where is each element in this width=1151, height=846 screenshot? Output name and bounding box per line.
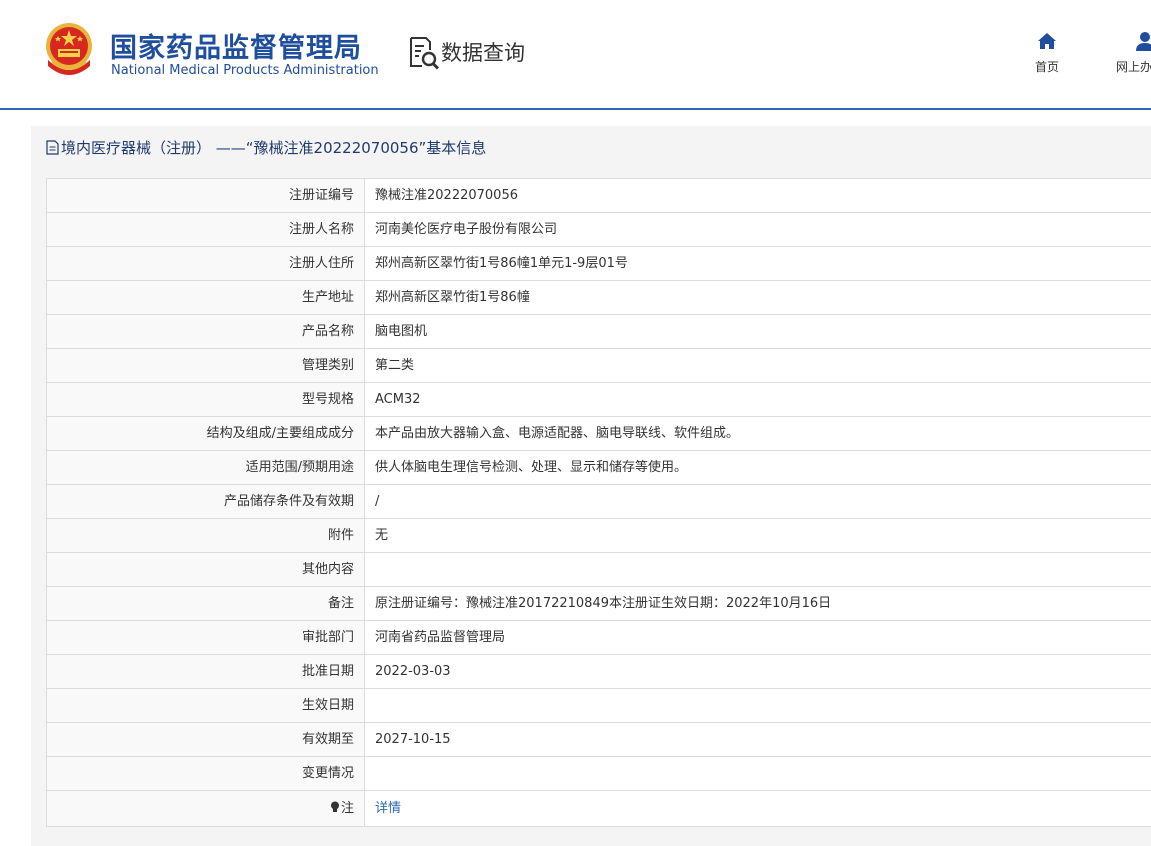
org-name-cn: 国家药品监督管理局 [110, 33, 362, 64]
row-value: 豫械注准20222070056 [375, 188, 518, 203]
nav-online-service-label: 网上办事 [1115, 60, 1151, 74]
row-value: ACM32 [375, 392, 421, 407]
data-query-icon [410, 37, 440, 70]
note-label-text: 注 [340, 801, 354, 816]
row-label: 附件 [47, 519, 365, 552]
row-label: 审批部门 [47, 621, 365, 654]
table-row: 产品储存条件及有效期 / [47, 485, 1151, 519]
table-row: 注册证编号 豫械注准20222070056 [47, 179, 1151, 213]
table-row: 有效期至 2027-10-15 [47, 723, 1151, 757]
user-icon [1136, 32, 1151, 51]
table-row: 变更情况 [47, 757, 1151, 791]
table-row: 产品名称 脑电图机 [47, 315, 1151, 349]
nav-online-service[interactable]: 网上办事 [1100, 30, 1151, 75]
table-row: 生效日期 [47, 689, 1151, 723]
lightbulb-icon [330, 801, 339, 812]
row-value: 郑州高新区翠竹街1号86幢 [375, 290, 530, 305]
section-title: 数据查询 [441, 41, 525, 65]
note-row: 注 详情 [47, 791, 1151, 827]
document-icon [46, 139, 59, 155]
row-value: 河南省药品监督管理局 [375, 630, 506, 645]
row-label: 适用范围/预期用途 [47, 451, 365, 484]
row-label: 产品储存条件及有效期 [47, 485, 365, 518]
row-label: 生产地址 [47, 281, 365, 314]
row-label: 管理类别 [47, 349, 365, 382]
row-label: 产品名称 [47, 315, 365, 348]
nav-home[interactable]: 首页 [1024, 30, 1070, 75]
row-label: 其他内容 [47, 553, 365, 586]
row-value [365, 689, 1151, 722]
row-label: 型号规格 [47, 383, 365, 416]
row-label: 注册人名称 [47, 213, 365, 246]
row-label: 注册证编号 [47, 179, 365, 212]
row-label: 备注 [47, 587, 365, 620]
row-value: 河南美伦医疗电子股份有限公司 [375, 222, 558, 237]
table-row: 附件无 [47, 519, 1151, 553]
table-row: 批准日期 2022-03-03 [47, 655, 1151, 689]
details-link[interactable]: 详情 [375, 801, 401, 816]
header-divider [0, 108, 1151, 110]
table-row: 管理类别 第二类 [47, 349, 1151, 383]
table-row: 注册人名称 河南美伦医疗电子股份有限公司 [47, 213, 1151, 247]
table-row: 其他内容 [47, 553, 1151, 587]
row-value: 本产品由放大器输入盒、电源适配器、脑电导联线、软件组成。 [375, 426, 740, 441]
row-value: 原注册证编号：豫械注准20172210849本注册证生效日期：2022年10月1… [375, 596, 832, 611]
table-row: 结构及组成/主要组成成分 本产品由放大器输入盒、电源适配器、脑电导联线、软件组成。 [47, 417, 1151, 451]
row-value [365, 553, 1151, 586]
row-value [365, 757, 1151, 790]
info-table: 注册证编号 豫械注准20222070056 注册人名称 河南美伦医疗电子股份有限公司… [46, 178, 1151, 827]
row-label: 有效期至 [47, 723, 365, 756]
table-row: 适用范围/预期用途 供人体脑电生理信号检测、处理、显示和储存等使用。 [47, 451, 1151, 485]
row-label: 变更情况 [47, 757, 365, 790]
table-row: 审批部门 河南省药品监督管理局 [47, 621, 1151, 655]
table-row: 生产地址 郑州高新区翠竹街1号86幢 [47, 281, 1151, 315]
row-value: 第二类 [375, 358, 415, 373]
table-row: 型号规格 ACM32 [47, 383, 1151, 417]
row-value: 无 [375, 528, 389, 543]
site-header: 国家药品监督管理局 National Medical Products Admi… [0, 0, 1151, 108]
note-value: 详情 [365, 791, 1151, 826]
row-value: / [375, 494, 380, 509]
page-title: 境内医疗器械（注册） ——“豫械注准20222070056”基本信息 [46, 136, 486, 158]
row-label: 批准日期 [47, 655, 365, 688]
org-name-en: National Medical Products Administration [111, 63, 379, 78]
page-title-text: 境内医疗器械（注册） ——“豫械注准20222070056”基本信息 [61, 138, 487, 157]
row-value: 郑州高新区翠竹街1号86幢1单元1-9层01号 [375, 256, 628, 271]
table-row: 备注 原注册证编号：豫械注准20172210849本注册证生效日期：2022年10… [47, 587, 1151, 621]
national-emblem-icon [46, 23, 92, 75]
row-label: 注册人住所 [47, 247, 365, 280]
row-value: 2022-03-03 [375, 664, 451, 679]
row-value: 2027-10-15 [375, 732, 451, 747]
home-icon [1038, 33, 1056, 49]
row-label: 生效日期 [47, 689, 365, 722]
row-value: 供人体脑电生理信号检测、处理、显示和储存等使用。 [375, 460, 688, 475]
note-label: 注 [47, 791, 365, 826]
row-label: 结构及组成/主要组成成分 [47, 417, 365, 450]
row-value: 脑电图机 [375, 324, 428, 339]
nav-home-label: 首页 [1034, 60, 1059, 74]
table-row: 注册人住所 郑州高新区翠竹街1号86幢1单元1-9层01号 [47, 247, 1151, 281]
